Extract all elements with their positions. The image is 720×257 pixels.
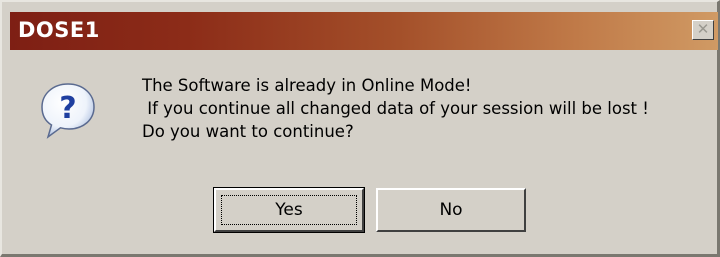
message-line: Do you want to continue? <box>142 122 354 141</box>
message-line: If you continue all changed data of your… <box>142 99 649 118</box>
close-button[interactable]: ✕ <box>692 20 714 40</box>
svg-text:?: ? <box>59 91 76 126</box>
dialog-message: The Software is already in Online Mode! … <box>142 74 649 143</box>
message-line: The Software is already in Online Mode! <box>142 76 472 95</box>
no-button[interactable]: No <box>376 188 526 232</box>
question-icon: ? <box>41 83 95 139</box>
message-dialog: DOSE1 ✕ ? The Software is already in Onl… <box>0 0 720 257</box>
title-bar[interactable]: DOSE1 ✕ <box>10 12 718 50</box>
yes-button[interactable]: Yes <box>213 187 365 233</box>
window-title: DOSE1 <box>18 18 100 42</box>
